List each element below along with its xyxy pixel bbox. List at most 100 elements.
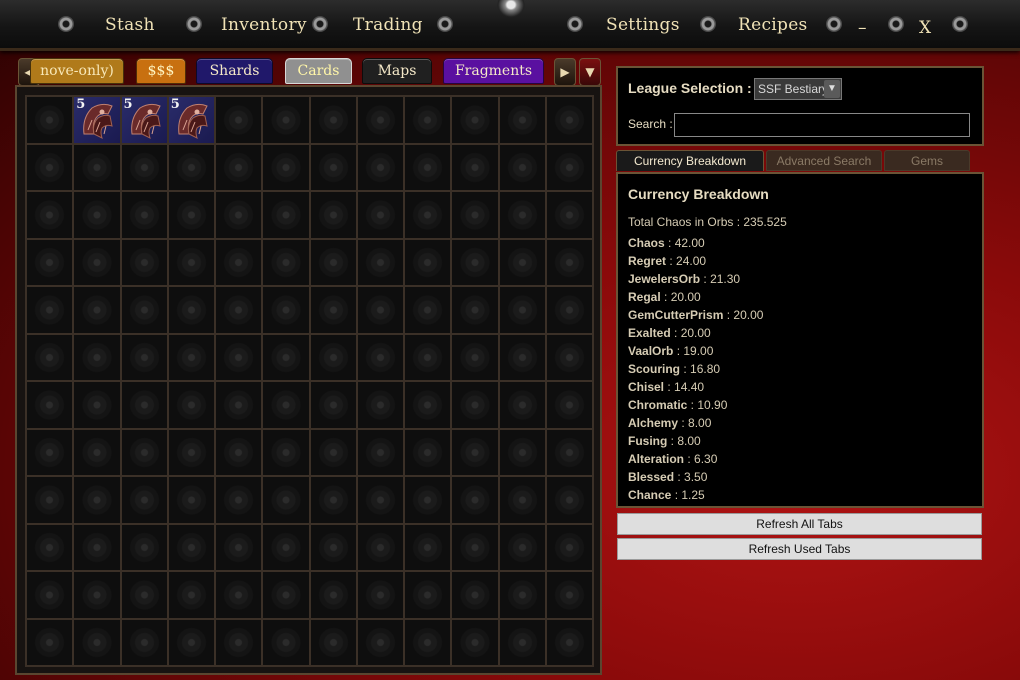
stash-cell[interactable] (309, 476, 357, 524)
stash-cell[interactable] (215, 143, 263, 191)
stash-cell[interactable] (120, 428, 168, 476)
stash-cell[interactable] (498, 428, 546, 476)
stash-cell[interactable] (309, 191, 357, 239)
stash-cell[interactable] (451, 238, 499, 286)
stash-cell[interactable] (498, 381, 546, 429)
stash-cell[interactable] (26, 523, 74, 571)
stash-cell[interactable] (26, 286, 74, 334)
stash-cell[interactable] (215, 96, 263, 144)
stash-cell[interactable] (309, 143, 357, 191)
stash-cell[interactable] (215, 476, 263, 524)
stash-cell[interactable] (167, 476, 215, 524)
stash-cell[interactable] (26, 381, 74, 429)
stash-cell[interactable] (356, 523, 404, 571)
stash-cell[interactable] (309, 523, 357, 571)
stash-cell[interactable] (498, 523, 546, 571)
stash-item[interactable]: 5 (73, 96, 121, 144)
stash-cell[interactable] (404, 428, 452, 476)
stash-cell[interactable] (167, 571, 215, 619)
stash-tab-shards[interactable]: Shards (196, 58, 273, 84)
stash-cell[interactable] (26, 238, 74, 286)
menu-recipes[interactable]: Recipes (738, 15, 808, 35)
stash-cell[interactable] (356, 96, 404, 144)
stash-cell[interactable] (545, 286, 593, 334)
stash-cell[interactable] (309, 618, 357, 666)
stash-cell[interactable] (309, 381, 357, 429)
stash-cell[interactable] (215, 286, 263, 334)
stash-cell[interactable] (545, 333, 593, 381)
stash-cell[interactable] (451, 381, 499, 429)
stash-cell[interactable] (451, 191, 499, 239)
stash-cell[interactable] (73, 238, 121, 286)
stash-cell[interactable] (498, 333, 546, 381)
stash-cell[interactable] (404, 381, 452, 429)
stash-cell[interactable] (404, 286, 452, 334)
stash-cell[interactable] (356, 428, 404, 476)
stash-cell[interactable] (262, 618, 310, 666)
stash-cell[interactable] (262, 523, 310, 571)
stash-cell[interactable] (451, 96, 499, 144)
stash-cell[interactable] (404, 476, 452, 524)
stash-cell[interactable] (356, 381, 404, 429)
stash-cell[interactable] (356, 238, 404, 286)
menu-settings[interactable]: Settings (606, 15, 680, 35)
stash-cell[interactable] (215, 571, 263, 619)
stash-cell[interactable] (215, 618, 263, 666)
stash-cell[interactable] (451, 523, 499, 571)
menu-trading[interactable]: Trading (353, 15, 423, 35)
stash-cell[interactable] (262, 286, 310, 334)
stash-cell[interactable] (498, 618, 546, 666)
stash-cell[interactable] (262, 143, 310, 191)
stash-cell[interactable] (451, 618, 499, 666)
stash-cell[interactable] (26, 571, 74, 619)
stash-cell[interactable] (545, 238, 593, 286)
stash-cell[interactable] (356, 286, 404, 334)
stash-cell[interactable] (26, 96, 74, 144)
stash-cell[interactable] (262, 476, 310, 524)
stash-cell[interactable] (545, 618, 593, 666)
stash-cell[interactable] (404, 333, 452, 381)
stash-cell[interactable] (451, 476, 499, 524)
stash-cell[interactable] (167, 333, 215, 381)
stash-cell[interactable] (167, 143, 215, 191)
stash-item[interactable]: 5 (167, 96, 215, 144)
stash-cell[interactable] (73, 523, 121, 571)
stash-cell[interactable] (356, 476, 404, 524)
stash-cell[interactable] (26, 191, 74, 239)
stash-cell[interactable] (120, 143, 168, 191)
stash-cell[interactable] (309, 333, 357, 381)
stash-cell[interactable] (498, 286, 546, 334)
stash-cell[interactable] (26, 618, 74, 666)
stash-cell[interactable] (404, 96, 452, 144)
stash-cell[interactable] (262, 333, 310, 381)
stash-cell[interactable] (215, 428, 263, 476)
stash-cell[interactable] (26, 476, 74, 524)
stash-cell[interactable] (167, 381, 215, 429)
tab-currency-breakdown[interactable]: Currency Breakdown (616, 150, 764, 171)
stash-tab-maps[interactable]: Maps (362, 58, 432, 84)
stash-tab-money[interactable]: $$$ (136, 58, 186, 84)
stash-tab-remove-only[interactable]: nove-only) (30, 58, 124, 84)
stash-cell[interactable] (215, 191, 263, 239)
stash-cell[interactable] (309, 286, 357, 334)
stash-cell[interactable] (167, 238, 215, 286)
stash-cell[interactable] (451, 333, 499, 381)
stash-cell[interactable] (167, 191, 215, 239)
stash-cell[interactable] (309, 96, 357, 144)
stash-cell[interactable] (73, 428, 121, 476)
menu-inventory[interactable]: Inventory (221, 15, 307, 35)
stash-cell[interactable] (545, 143, 593, 191)
stash-tab-fragments[interactable]: Fragments (443, 58, 544, 84)
stash-cell[interactable] (404, 238, 452, 286)
stash-cell[interactable] (120, 191, 168, 239)
stash-cell[interactable] (404, 618, 452, 666)
stash-cell[interactable] (120, 523, 168, 571)
stash-cell[interactable] (73, 333, 121, 381)
stash-cell[interactable] (404, 571, 452, 619)
stash-cell[interactable] (498, 238, 546, 286)
refresh-used-tabs-button[interactable]: Refresh Used Tabs (617, 538, 982, 560)
stash-cell[interactable] (404, 523, 452, 571)
minimize-button[interactable]: – (858, 18, 867, 38)
stash-cell[interactable] (498, 191, 546, 239)
stash-cell[interactable] (26, 143, 74, 191)
